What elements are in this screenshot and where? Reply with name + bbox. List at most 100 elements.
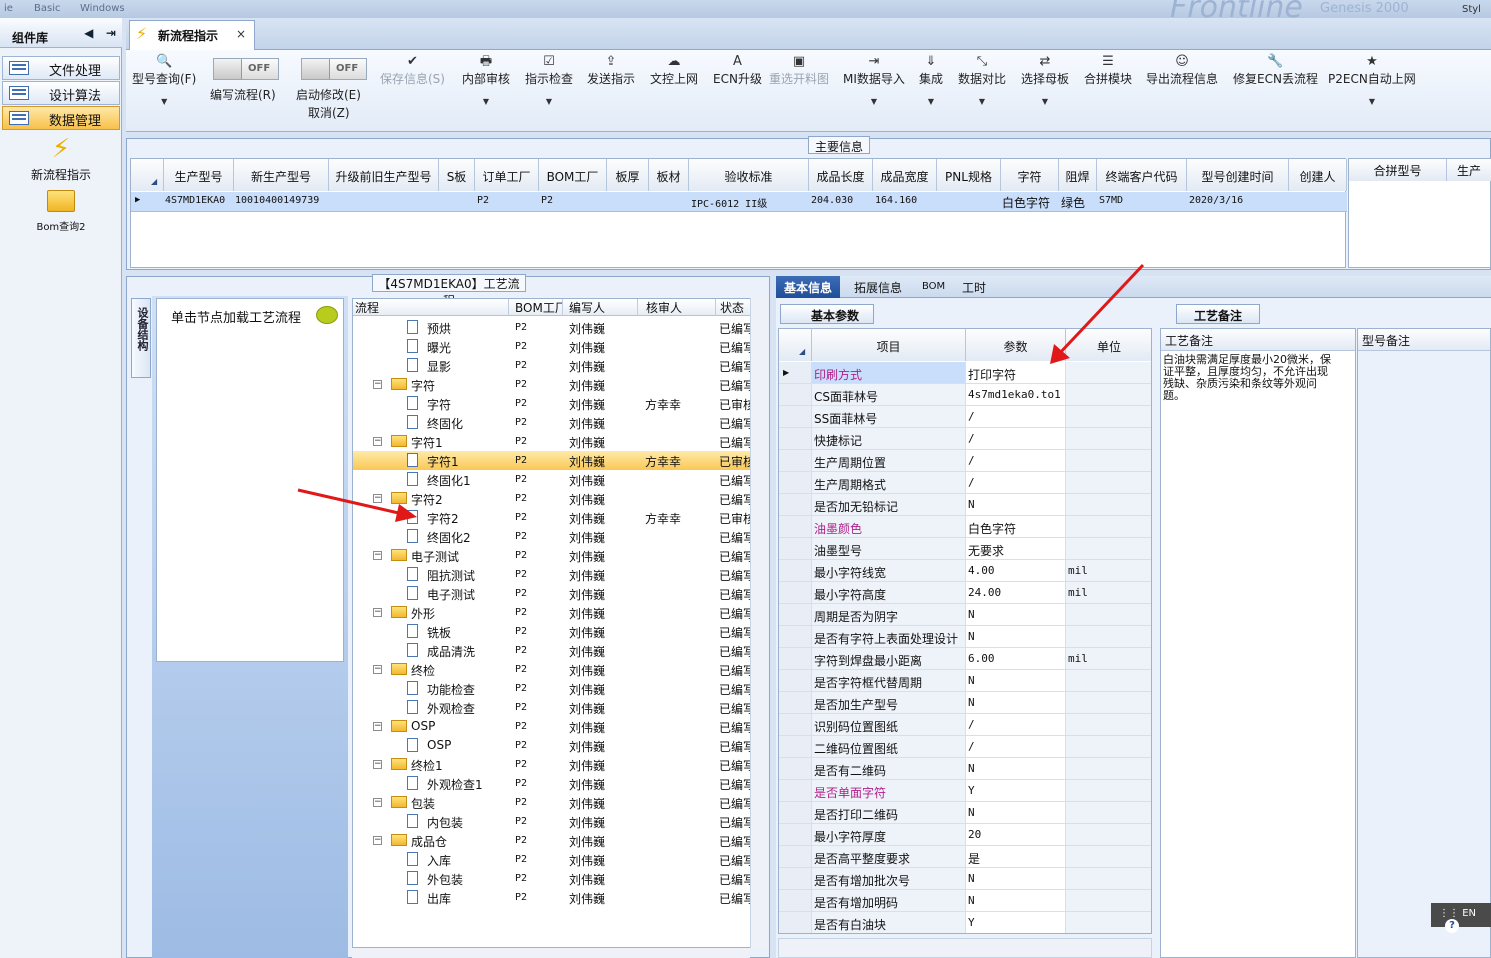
param-value[interactable]: 无要求 bbox=[968, 542, 1064, 559]
process-remark-text[interactable]: 白油块需满足厚度最小20微米，保证平整，且厚度均匀，不允许出现残缺、杂质污染和条… bbox=[1163, 354, 1335, 402]
send-instruction-button[interactable]: ⇪ 发送指示 bbox=[587, 54, 635, 87]
table-row[interactable]: ▶ 4S7MD1EKA0 10010400149739 P2 P2 IPC-60… bbox=[131, 192, 1347, 212]
params-horizontal-scrollbar[interactable] bbox=[778, 938, 1152, 958]
menu-item[interactable]: Windows bbox=[80, 3, 125, 14]
collapse-icon[interactable]: − bbox=[373, 722, 382, 731]
collapse-icon[interactable]: − bbox=[373, 437, 382, 446]
cell-character[interactable]: 白色字符 bbox=[1002, 194, 1050, 211]
language-widget[interactable]: ⋮⋮ EN ? bbox=[1431, 903, 1491, 933]
dropdown-arrow-icon[interactable]: ▼ bbox=[462, 97, 510, 106]
ecn-upgrade-button[interactable]: A ECN升级 bbox=[713, 54, 762, 87]
doc-control-online-button[interactable]: ☁ 文控上网 bbox=[650, 54, 698, 87]
param-value[interactable]: 4.00 bbox=[968, 564, 1064, 577]
param-row[interactable]: 是否有白油块 Y bbox=[779, 912, 1151, 933]
tree-node-row[interactable]: 出库 P2 刘伟巍 已编写 bbox=[353, 888, 753, 907]
node-label[interactable]: 电子测试 bbox=[411, 548, 459, 565]
cell-new-model[interactable]: 10010400149739 bbox=[235, 195, 329, 206]
param-value[interactable]: 是 bbox=[968, 850, 1064, 867]
data-compare-button[interactable]: ⤡ 数据对比 ▼ bbox=[958, 54, 1006, 106]
merge-module-button[interactable]: ☰ 合拼模块 bbox=[1084, 54, 1132, 87]
param-row[interactable]: 周期是否为阴字 N bbox=[779, 604, 1151, 626]
node-label[interactable]: 成品仓 bbox=[411, 833, 447, 850]
process-flow-tree[interactable]: 流程 BOM工厂 编写人 核审人 状态 预烘 P2 刘伟巍 已编写 曝光 P2 刘伟巍 已编写… bbox=[352, 298, 768, 948]
param-row[interactable]: 二维码位置图纸 / bbox=[779, 736, 1151, 758]
node-label[interactable]: 成品清洗 bbox=[427, 643, 475, 660]
node-label[interactable]: 功能检查 bbox=[427, 681, 475, 698]
integrate-button[interactable]: ⇓ 集成 ▼ bbox=[919, 54, 943, 106]
param-row[interactable]: 油墨颜色 白色字符 bbox=[779, 516, 1151, 538]
nav-item-data-management[interactable]: 数据管理 bbox=[2, 106, 120, 130]
param-row[interactable]: 是否有增加明码 N bbox=[779, 890, 1151, 912]
column-header[interactable]: 型号创建时间 bbox=[1187, 159, 1289, 191]
dropdown-arrow-icon[interactable]: ▼ bbox=[919, 97, 943, 106]
dropdown-arrow-icon[interactable]: ▼ bbox=[525, 97, 573, 106]
column-header[interactable]: 创建人 bbox=[1289, 159, 1347, 191]
tree-node-row[interactable]: − 字符1 P2 刘伟巍 已编写 bbox=[353, 432, 753, 451]
node-label[interactable]: 包装 bbox=[411, 795, 435, 812]
param-row[interactable]: CS面菲林号 4s7md1eka0.to1 bbox=[779, 384, 1151, 406]
help-icon[interactable]: ? bbox=[1445, 919, 1459, 933]
repair-ecn-flow-button[interactable]: 🔧 修复ECN丢流程 bbox=[1233, 54, 1318, 87]
column-header[interactable]: 升级前旧生产型号 bbox=[329, 159, 439, 191]
param-row[interactable]: 是否高平整度要求 是 bbox=[779, 846, 1151, 868]
column-header[interactable]: 验收标准 bbox=[689, 159, 809, 191]
column-header[interactable]: 新生产型号 bbox=[234, 159, 329, 191]
export-flow-info-button[interactable]: ☺ 导出流程信息 bbox=[1146, 54, 1218, 87]
tree-node-row[interactable]: OSP P2 刘伟巍 已编写 bbox=[353, 736, 753, 755]
column-header[interactable]: 编写人 bbox=[563, 299, 638, 316]
collapse-icon[interactable]: − bbox=[373, 665, 382, 674]
column-header[interactable]: 终端客户代码 bbox=[1097, 159, 1187, 191]
dropdown-arrow-icon[interactable]: ▼ bbox=[843, 97, 905, 106]
node-label[interactable]: 内包装 bbox=[427, 814, 463, 831]
column-header[interactable]: 字符 bbox=[1001, 159, 1059, 191]
column-header[interactable]: 阻焊 bbox=[1059, 159, 1097, 191]
tree-node-row[interactable]: 外观检查 P2 刘伟巍 已编写 bbox=[353, 698, 753, 717]
param-row[interactable]: 快捷标记 / bbox=[779, 428, 1151, 450]
tab-equipment-structure[interactable]: 设备结构 bbox=[131, 298, 151, 378]
node-label[interactable]: 字符2 bbox=[427, 510, 459, 527]
menu-item[interactable]: ie bbox=[4, 3, 13, 14]
node-label[interactable]: 字符 bbox=[427, 396, 451, 413]
mi-data-import-button[interactable]: ⇥ MI数据导入 ▼ bbox=[843, 54, 905, 106]
tab-bom[interactable]: BOM bbox=[914, 276, 953, 298]
collapse-icon[interactable]: − bbox=[373, 608, 382, 617]
column-header[interactable]: 核审人 bbox=[638, 299, 716, 316]
tree-node-row[interactable]: 成品清洗 P2 刘伟巍 已编写 bbox=[353, 641, 753, 660]
param-row[interactable]: 是否加无铅标记 N bbox=[779, 494, 1151, 516]
dropdown-arrow-icon[interactable]: ▼ bbox=[1328, 97, 1416, 106]
cell-customer-code[interactable]: S7MD bbox=[1099, 195, 1123, 206]
param-row[interactable]: 是否加生产型号 N bbox=[779, 692, 1151, 714]
select-motherboard-button[interactable]: ⇄ 选择母板 ▼ bbox=[1021, 54, 1069, 106]
tree-node-row[interactable]: 阻抗测试 P2 刘伟巍 已编写 bbox=[353, 565, 753, 584]
cancel-label[interactable]: 取消(Z) bbox=[308, 104, 350, 121]
cell-width[interactable]: 164.160 bbox=[875, 195, 917, 206]
param-row[interactable]: 是否打印二维码 N bbox=[779, 802, 1151, 824]
column-header[interactable]: 生产型号 bbox=[164, 159, 234, 191]
process-remark-panel[interactable]: 工艺备注 bbox=[1160, 328, 1356, 958]
param-row[interactable]: 识别码位置图纸 / bbox=[779, 714, 1151, 736]
node-label[interactable]: 终固化1 bbox=[427, 472, 471, 489]
column-header[interactable]: PNL规格 bbox=[937, 159, 1001, 191]
tree-horizontal-scrollbar[interactable] bbox=[352, 948, 750, 958]
param-value[interactable]: N bbox=[968, 894, 1064, 907]
cell-create-time[interactable]: 2020/3/16 bbox=[1189, 195, 1243, 206]
tab-work-hours[interactable]: 工时 bbox=[954, 276, 994, 298]
collapse-icon[interactable]: − bbox=[373, 760, 382, 769]
tab-basic-info[interactable]: 基本信息 bbox=[776, 276, 841, 298]
column-header[interactable]: BOM工厂 bbox=[509, 299, 563, 316]
param-value[interactable]: / bbox=[968, 740, 1064, 753]
tree-node-row[interactable]: − 字符 P2 刘伟巍 已编写 bbox=[353, 375, 753, 394]
p2ecn-auto-online-button[interactable]: ★ P2ECN自动上网 ▼ bbox=[1328, 54, 1416, 106]
param-value[interactable]: / bbox=[968, 410, 1064, 423]
param-row[interactable]: 是否字符框代替周期 N bbox=[779, 670, 1151, 692]
param-value[interactable]: 24.00 bbox=[968, 586, 1064, 599]
panel-collapse-icons[interactable]: ◀ ⇥ bbox=[84, 26, 116, 40]
param-row[interactable]: 油墨型号 无要求 bbox=[779, 538, 1151, 560]
tree-node-row[interactable]: − OSP P2 刘伟巍 已编写 bbox=[353, 717, 753, 736]
tree-node-row[interactable]: 终固化 P2 刘伟巍 已编写 bbox=[353, 413, 753, 432]
tree-node-row[interactable]: 内包装 P2 刘伟巍 已编写 bbox=[353, 812, 753, 831]
node-label[interactable]: 字符1 bbox=[427, 453, 459, 470]
param-value[interactable]: N bbox=[968, 696, 1064, 709]
tab-new-flow-instruction[interactable]: ⚡ 新流程指示 × bbox=[129, 20, 255, 50]
column-header[interactable]: 合拼型号 bbox=[1349, 159, 1447, 181]
